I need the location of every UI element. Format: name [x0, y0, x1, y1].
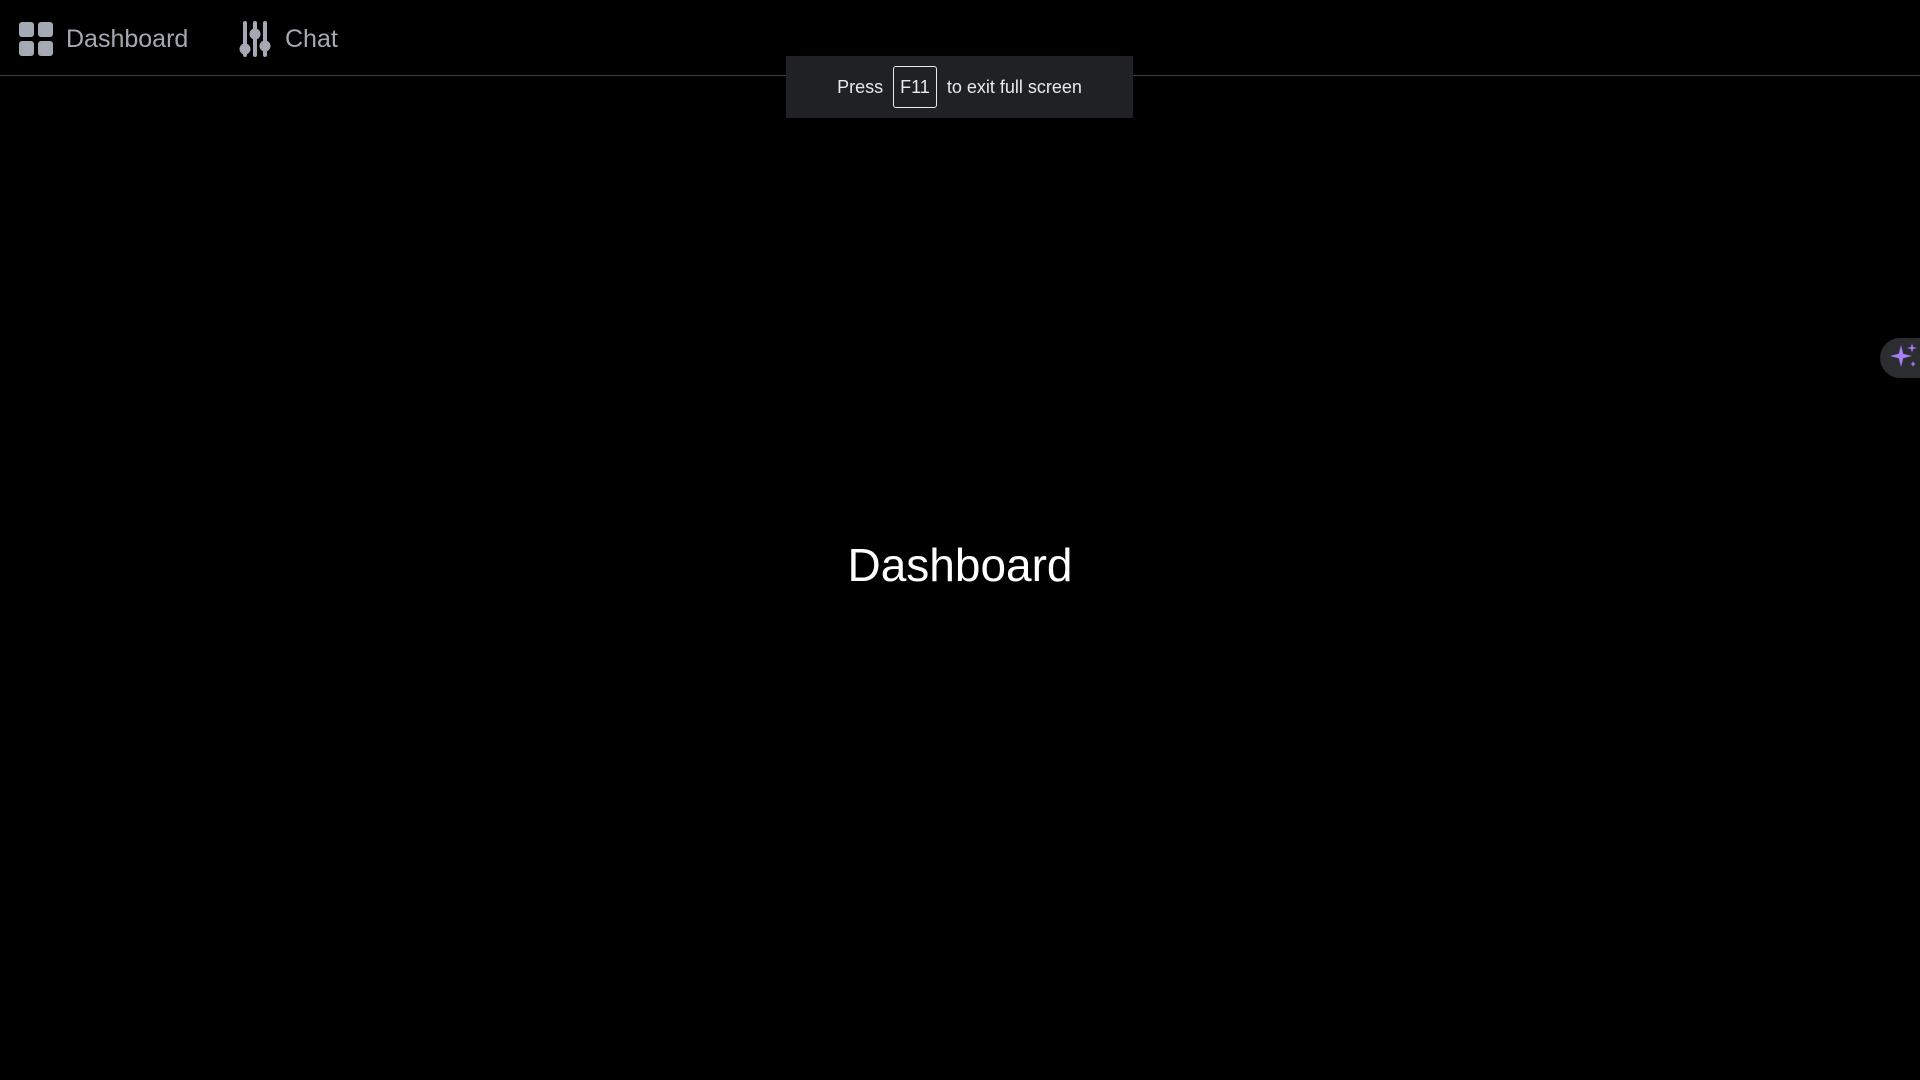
nav-item-chat[interactable]: Chat [238, 18, 338, 60]
toast-text-after: to exit full screen [946, 76, 1082, 97]
sparkle-icon [1890, 342, 1918, 375]
nav-item-dashboard[interactable]: Dashboard [19, 18, 188, 60]
f11-key-badge: F11 [893, 66, 937, 108]
toast-text-before: Press [837, 76, 884, 97]
page-title: Dashboard [847, 539, 1073, 591]
assistant-button[interactable] [1880, 338, 1920, 378]
nav-item-label: Dashboard [66, 24, 189, 53]
sliders-icon [238, 21, 272, 57]
nav-item-label: Chat [285, 24, 338, 53]
fullscreen-exit-toast: Press F11 to exit full screen [786, 56, 1133, 118]
grid-icon [19, 22, 53, 56]
